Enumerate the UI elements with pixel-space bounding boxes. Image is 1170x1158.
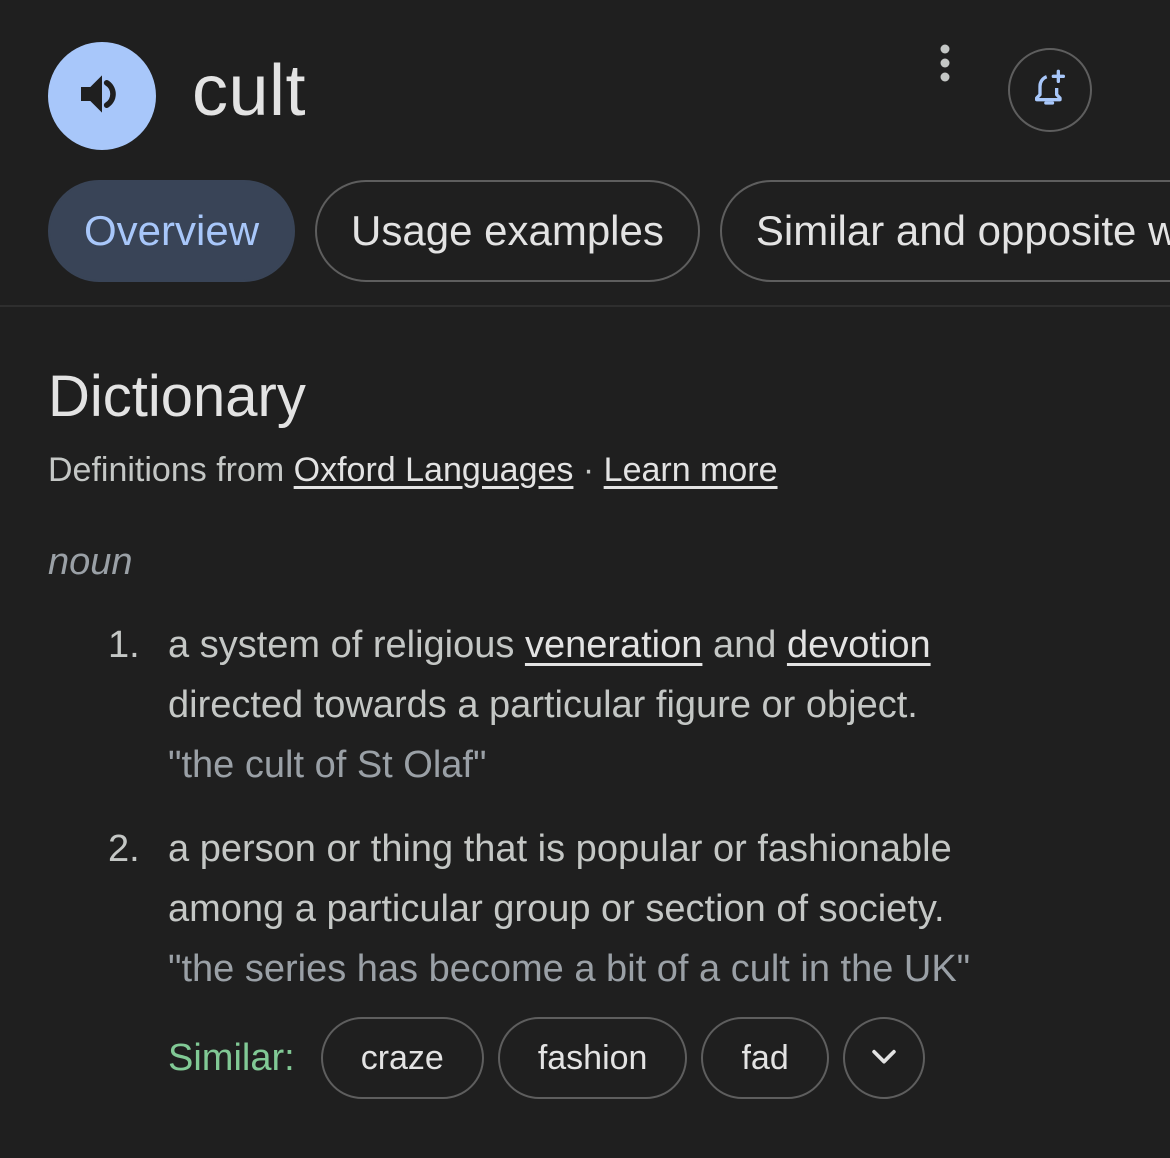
usage-example: "the cult of St Olaf" [168,744,487,786]
tab-usage-examples[interactable]: Usage examples [315,180,700,282]
add-alert-icon [1030,68,1070,113]
devotion-link[interactable]: devotion [787,624,931,666]
more-vert-icon [938,43,952,88]
similar-label: Similar: [168,1036,295,1079]
similar-chip-fashion[interactable]: fashion [497,1017,688,1099]
definition-text: a system of religious [168,624,515,666]
more-options-button[interactable] [924,40,966,90]
sense-number: 1. [108,624,140,666]
sense-definition: a person or thing that is popular or fas… [168,819,1068,999]
similar-chip-craze[interactable]: craze [320,1017,484,1099]
headword: cult [192,51,307,131]
chevron-down-icon [867,1039,901,1078]
definition-text: directed towards a particular figure or … [168,684,918,726]
tab-overview[interactable]: Overview [48,180,296,282]
definition-text: a person or thing that is popular or fas… [168,828,952,870]
definition-source: Definitions from Oxford Languages · Lear… [48,448,778,492]
divider [0,305,1170,307]
sense-number: 2. [108,828,140,870]
definition-text: and [712,624,777,666]
veneration-link[interactable]: veneration [525,624,702,666]
add-alert-button[interactable] [1008,48,1092,132]
learn-more-link[interactable]: Learn more [604,451,778,489]
sense-definition: a system of religious veneration and dev… [168,615,1068,795]
part-of-speech: noun [48,541,133,583]
section-title: Dictionary [48,364,306,429]
definition-text: among a particular group or section of s… [168,888,945,930]
tab-similar-and-opposite[interactable]: Similar and opposite words [719,180,1170,282]
similar-words: Similar: craze fashion fad [168,1016,925,1100]
usage-example: "the series has become a bit of a cult i… [168,948,971,990]
oxford-languages-link[interactable]: Oxford Languages [294,451,574,489]
separator: · [582,451,595,489]
tab-bar: Overview Usage examples Similar and oppo… [48,180,1170,286]
expand-similar-button[interactable] [842,1017,925,1099]
source-prefix: Definitions from [48,451,285,489]
pronunciation-button[interactable] [48,42,156,150]
similar-chip-fad[interactable]: fad [701,1017,829,1099]
volume-up-icon [74,66,130,127]
